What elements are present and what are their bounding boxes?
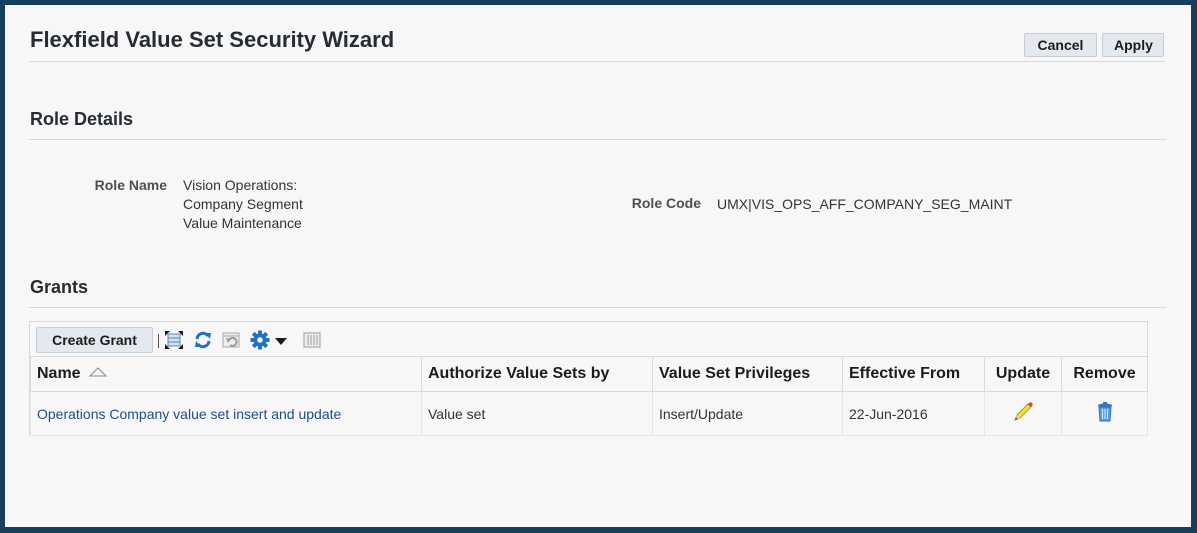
grants-toolbar: Create Grant (30, 322, 1147, 356)
column-header-name[interactable]: Name (30, 356, 422, 392)
revert-icon[interactable] (221, 330, 241, 350)
role-code-value: UMX|VIS_OPS_AFF_COMPANY_SEG_MAINT (717, 196, 1013, 212)
wizard-page: Flexfield Value Set Security Wizard Canc… (5, 5, 1191, 527)
role-name-value: Vision Operations: Company Segment Value… (183, 176, 343, 233)
column-header-effective-from[interactable]: Effective From (842, 356, 985, 392)
table-header-row: Name Authorize Value Sets by Value Set P… (30, 356, 1148, 392)
caret-down-icon[interactable] (274, 330, 288, 350)
freeze-columns-icon[interactable] (302, 330, 322, 350)
role-name-line: Vision Operations: (183, 177, 298, 193)
grants-header: Grants (30, 277, 89, 297)
authorize-by-cell: Value set (421, 391, 653, 436)
grant-name-cell: Operations Company value set insert and … (30, 391, 422, 436)
privileges-cell: Insert/Update (652, 391, 843, 436)
table-row: Operations Company value set insert and … (30, 391, 1148, 436)
title-divider (29, 61, 1165, 62)
grant-name-link[interactable]: Operations Company value set insert and … (37, 406, 341, 422)
role-name-label: Role Name (94, 177, 167, 193)
page-title: Flexfield Value Set Security Wizard (30, 27, 395, 52)
grants-table: Name Authorize Value Sets by Value Set P… (30, 356, 1148, 436)
role-name-line: Company Segment (183, 196, 303, 212)
column-header-privileges[interactable]: Value Set Privileges (652, 356, 843, 392)
column-header-update: Update (984, 356, 1062, 392)
apply-button[interactable]: Apply (1102, 33, 1164, 57)
effective-from-cell: 22-Jun-2016 (842, 391, 985, 436)
sort-ascending-icon[interactable] (88, 365, 108, 383)
role-details-divider (29, 139, 1166, 140)
role-details-header: Role Details (30, 109, 134, 129)
gear-icon[interactable] (250, 330, 270, 350)
column-header-authorize-by[interactable]: Authorize Value Sets by (421, 356, 653, 392)
refresh-icon[interactable] (193, 330, 213, 350)
update-cell (984, 391, 1062, 436)
column-header-remove: Remove (1061, 356, 1148, 392)
grants-divider (29, 307, 1166, 308)
cancel-button[interactable]: Cancel (1024, 33, 1097, 57)
remove-cell (1061, 391, 1148, 436)
role-name-line: Value Maintenance (183, 215, 302, 231)
pencil-icon[interactable] (1012, 401, 1034, 426)
detach-icon[interactable] (164, 330, 184, 350)
grants-table-panel: Create Grant Name Authorize Value Sets b… (29, 321, 1148, 436)
toolbar-separator (158, 334, 159, 348)
column-header-label: Name (37, 365, 81, 383)
create-grant-button[interactable]: Create Grant (36, 327, 153, 353)
role-code-label: Role Code (631, 195, 701, 211)
trash-icon[interactable] (1095, 401, 1115, 426)
